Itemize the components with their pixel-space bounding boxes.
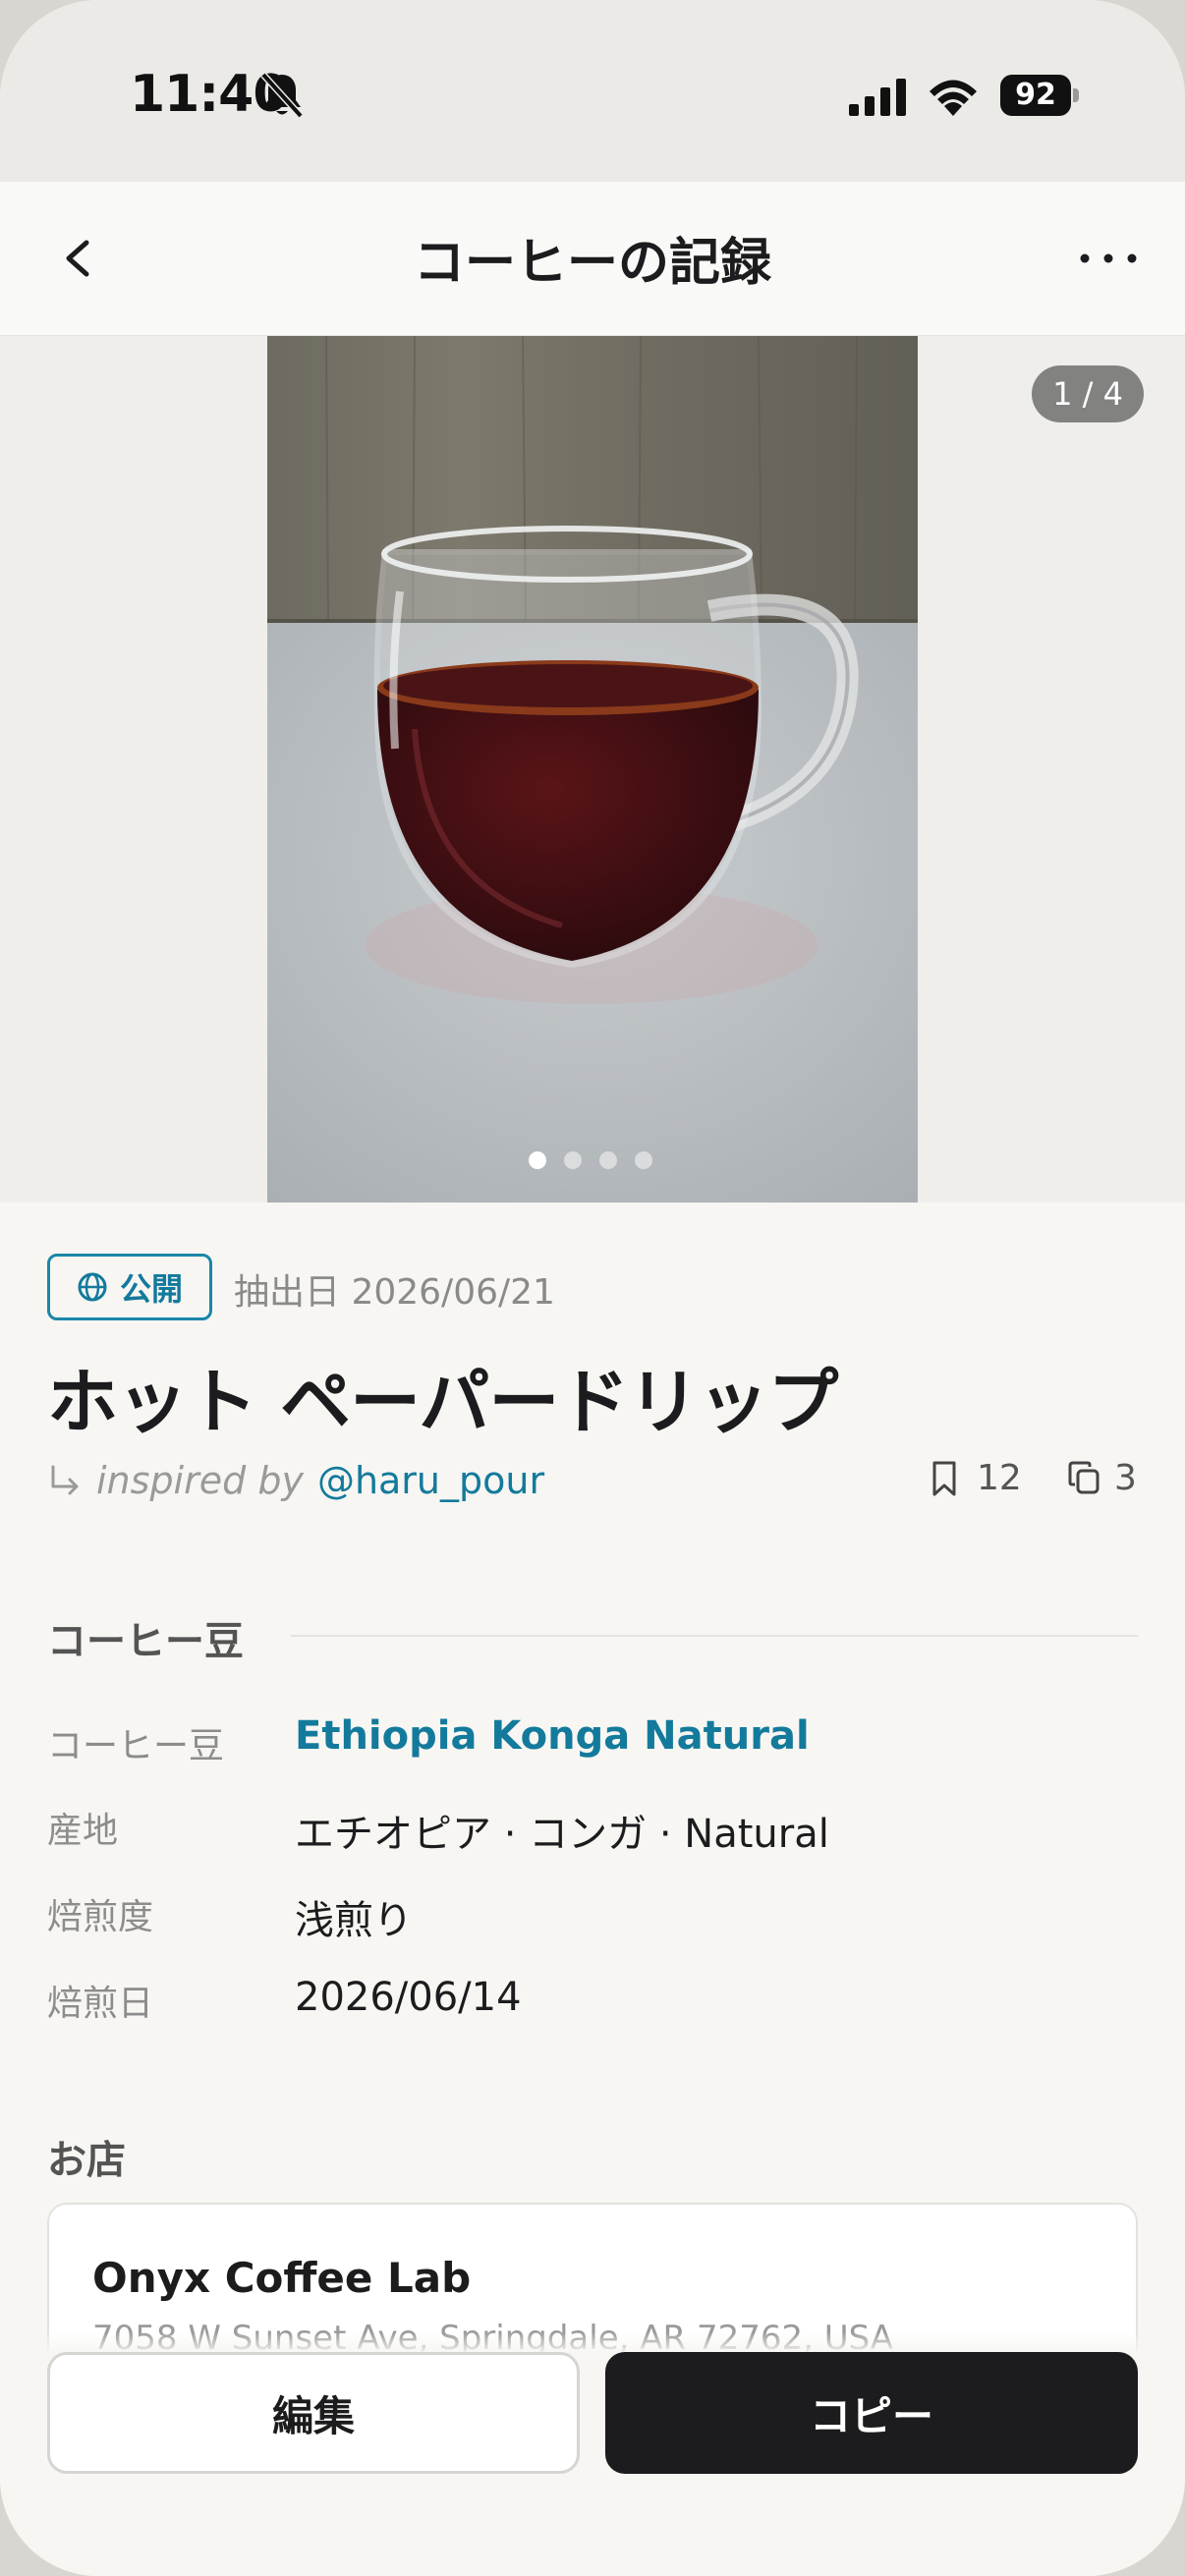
copy-icon: [1068, 1461, 1100, 1493]
visibility-badge[interactable]: 公開: [47, 1254, 212, 1320]
field-label-roast-date: 焙煎日: [47, 1984, 154, 2024]
bean-name-link[interactable]: Ethiopia Konga Natural: [295, 1713, 810, 1759]
copy-button[interactable]: コピー: [605, 2352, 1138, 2474]
bookmark-count: 12: [977, 1458, 1022, 1498]
carousel-dots: [529, 1151, 652, 1169]
copy-count: 3: [1114, 1458, 1137, 1498]
edit-button[interactable]: 編集: [47, 2352, 580, 2474]
field-label-roast-level: 焙煎度: [47, 1897, 154, 1937]
photo-counter: 1 / 4: [1032, 365, 1144, 422]
carousel-dot[interactable]: [529, 1151, 546, 1169]
field-label-bean: コーヒー豆: [47, 1726, 225, 1766]
inspired-by-row: inspired by @haru_pour: [47, 1456, 544, 1505]
nav-bar: コーヒーの記録: [0, 182, 1185, 336]
carousel-dot[interactable]: [599, 1151, 617, 1169]
battery-level: 92: [1000, 75, 1071, 116]
page-title: コーヒーの記録: [413, 234, 771, 293]
visibility-label: 公開: [119, 1270, 183, 1308]
screen: 11:40 92 コーヒーの記録 1 / 4 公開 抽出日 2026/06/21…: [0, 0, 1185, 2576]
reply-arrow-icon: [51, 1465, 79, 1495]
coffee-mug-illustration: [267, 336, 918, 1203]
bookmark-icon: [932, 1461, 956, 1495]
brew-date: 抽出日 2026/06/21: [234, 1272, 555, 1313]
ellipsis-icon: [1080, 253, 1137, 263]
inspired-user-link[interactable]: @haru_pour: [317, 1459, 544, 1502]
section-divider: [291, 1635, 1138, 1637]
roast-date-value: 2026/06/14: [295, 1975, 522, 2020]
bell-slash-icon: [260, 72, 304, 119]
beans-section-title: コーヒー豆: [47, 1619, 244, 1664]
roast-level-value: 浅煎り: [295, 1898, 413, 1943]
cellular-signal-icon: [849, 79, 906, 116]
carousel-dot[interactable]: [635, 1151, 652, 1169]
inspired-by-text: inspired by: [96, 1459, 304, 1502]
field-label-origin: 産地: [47, 1811, 119, 1851]
more-options-button[interactable]: [1071, 219, 1150, 298]
copy-count-button[interactable]: 3: [1067, 1458, 1137, 1498]
shop-section-title: お店: [47, 2138, 126, 2183]
status-bar: 11:40 92: [0, 0, 1185, 182]
shop-name: Onyx Coffee Lab: [92, 2254, 472, 2302]
bookmark-count-button[interactable]: 12: [928, 1458, 1022, 1498]
globe-icon: [78, 1272, 107, 1302]
origin-value: エチオピア · コンガ · Natural: [295, 1812, 829, 1857]
record-title: ホット ペーパードリップ: [47, 1361, 838, 1443]
battery-tip: [1073, 88, 1079, 102]
battery-icon: 92: [1000, 75, 1079, 116]
wifi-icon: [930, 80, 977, 116]
photo-carousel[interactable]: 1 / 4: [0, 336, 1185, 1203]
coffee-photo[interactable]: [267, 336, 918, 1203]
carousel-dot[interactable]: [564, 1151, 582, 1169]
